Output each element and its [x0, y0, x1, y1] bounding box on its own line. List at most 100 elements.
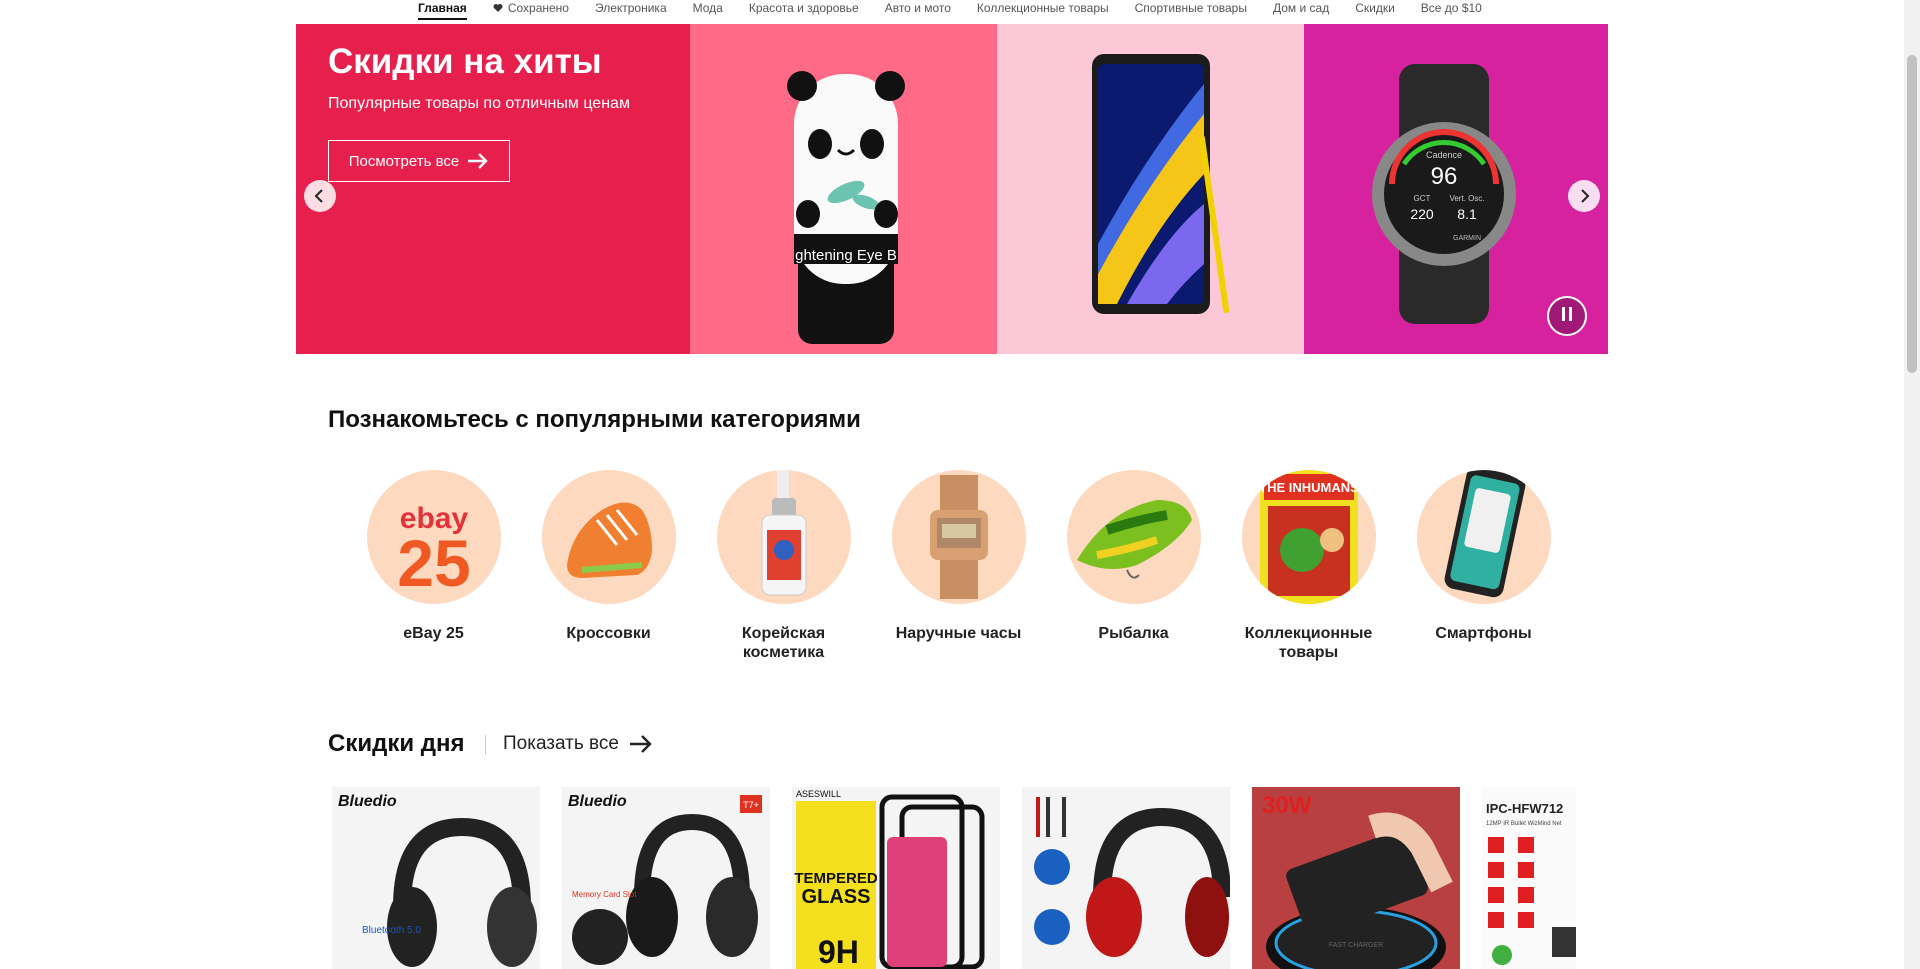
nav-item-fashion[interactable]: Мода [693, 0, 723, 16]
nav-item-label: Дом и сад [1272, 1, 1330, 15]
product-text: 12MP IR Bullet WizMind Net [1486, 821, 1562, 827]
category-wristwatches[interactable]: Наручные часы [871, 470, 1046, 662]
hero-carousel[interactable]: Скидки на хиты Популярные товары по отли… [296, 24, 1608, 354]
hero-product-smartphone[interactable] [997, 24, 1304, 354]
nav-item-under-10[interactable]: Все до $10 [1421, 0, 1482, 16]
deals-divider [485, 735, 486, 755]
hero-subtitle: Популярные товары по отличным ценам [328, 95, 630, 112]
category-label: Коллекционные товары [1244, 625, 1373, 661]
category-nav: Главная Сохранено Электроника Мода Красо… [418, 0, 1482, 24]
nav-item-beauty[interactable]: Красота и здоровье [749, 0, 859, 16]
wristwatch-icon [891, 470, 1026, 604]
nav-item-home[interactable]: Главная [418, 0, 467, 20]
carousel-pause-button[interactable] [1547, 296, 1587, 336]
headphones-image: T7+ Memory Card Slot [572, 795, 762, 965]
deal-product-card[interactable]: 30W FAST CHARGER [1252, 787, 1460, 969]
category-smartphones[interactable]: Смартфоны [1396, 470, 1571, 662]
see-all-button[interactable]: Посмотреть все [328, 140, 510, 182]
product-text: TEMPERED [794, 870, 878, 887]
watch-brand: GARMIN [1453, 235, 1481, 242]
deal-product-card[interactable]: Bluedio Bluetooth 5.0 [332, 787, 540, 969]
category-label: Наручные часы [895, 625, 1022, 642]
category-fishing[interactable]: Рыбалка [1046, 470, 1221, 662]
deal-product-card[interactable]: ASESWILL TEMPERED GLASS 9H [792, 787, 1000, 969]
nav-item-auto[interactable]: Авто и мото [885, 0, 951, 16]
product-badge: T7+ [743, 800, 759, 810]
nav-item-label: Главная [418, 1, 467, 15]
chevron-left-icon [314, 189, 323, 203]
serum-bottle-icon [716, 470, 851, 604]
panda-eye-stick-image: ghtening Eye B [787, 71, 905, 344]
carousel-prev-button[interactable] [304, 180, 336, 212]
category-korean-cosmetics[interactable]: Корейская косметика [696, 470, 871, 662]
product-text: FAST CHARGER [1329, 942, 1383, 949]
smartphone-icon [1416, 470, 1551, 604]
deals-carousel: Bluedio Bluetooth 5.0 Bluedio T7+ Memory… [332, 787, 1576, 969]
category-label: eBay 25 [403, 625, 464, 642]
category-collectibles[interactable]: THE INHUMANS Коллекционные товары [1221, 470, 1396, 662]
category-ebay-25[interactable]: ebay 25 eBay 25 [346, 470, 521, 662]
deal-product-card[interactable]: IPC-HFW712 12MP IR Bullet WizMind Net [1482, 787, 1576, 969]
comic-cover-title: THE INHUMANS [1259, 480, 1359, 495]
nav-item-sports[interactable]: Спортивные товары [1135, 0, 1247, 16]
deals-show-all-label: Показать все [503, 733, 619, 754]
nav-item-label: Скидки [1355, 1, 1395, 15]
scrollbar-thumb[interactable] [1907, 55, 1917, 373]
product-badge: 30W [1262, 792, 1312, 819]
deal-product-card[interactable] [1022, 787, 1230, 969]
pause-icon [1560, 306, 1574, 326]
fishing-lure-icon [1066, 470, 1201, 604]
nav-item-label: Спортивные товары [1134, 1, 1247, 15]
deal-product-card[interactable]: Bluedio T7+ Memory Card Slot [562, 787, 770, 969]
watch-gct-value: 220 [1410, 206, 1434, 222]
headphones-image: Bluetooth 5.0 [362, 817, 537, 967]
wireless-charger-image: 30W FAST CHARGER [1252, 787, 1460, 969]
arrow-right-icon [468, 153, 488, 169]
watch-cadence-value: 96 [1431, 163, 1458, 190]
see-all-label: Посмотреть все [348, 152, 460, 170]
watch-vert-label: Vert. Osc. [1449, 194, 1484, 203]
product-text: 9H [818, 934, 859, 969]
comic-book-icon: THE INHUMANS [1241, 470, 1376, 604]
ebay-25-icon: ebay 25 [366, 470, 501, 604]
nav-item-collectibles[interactable]: Коллекционные товары [977, 0, 1109, 16]
category-label: Корейская косметика [741, 625, 826, 661]
page: Главная Сохранено Электроника Мода Красо… [0, 0, 1904, 969]
nav-item-label: Красота и здоровье [748, 1, 859, 15]
ebay-25-number: 25 [397, 526, 470, 600]
carousel-next-button[interactable] [1568, 180, 1600, 212]
categories-title: Познакомьтесь с популярными категориями [328, 406, 861, 433]
ip-camera-image: IPC-HFW712 12MP IR Bullet WizMind Net [1482, 787, 1576, 969]
nav-item-label: Сохранено [507, 1, 569, 15]
product-brand: ASESWILL [796, 789, 841, 799]
hero-text-panel: Скидки на хиты Популярные товары по отли… [296, 24, 690, 354]
sneaker-icon [541, 470, 676, 604]
chevron-right-icon [1581, 189, 1590, 203]
nav-item-label: Все до $10 [1420, 1, 1482, 15]
watch-vert-value: 8.1 [1457, 206, 1477, 222]
product-tag: Memory Card Slot [572, 890, 637, 899]
nav-item-label: Электроника [594, 1, 667, 15]
category-label: Рыбалка [1098, 625, 1169, 642]
nav-item-electronics[interactable]: Электроника [595, 0, 667, 16]
nav-item-deals[interactable]: Скидки [1355, 0, 1395, 16]
vertical-scrollbar[interactable] [1904, 0, 1920, 969]
category-list: ebay 25 eBay 25 Кроссовки Корейская косм… [346, 470, 1571, 662]
product-badge: Bluetooth 5.0 [362, 925, 421, 936]
deals-show-all-link[interactable]: Показать все [503, 733, 653, 755]
category-label: Смартфоны [1435, 625, 1532, 642]
watch-gct-label: GCT [1414, 194, 1431, 203]
hero-product-panda-stick[interactable]: ghtening Eye B [690, 24, 997, 354]
category-sneakers[interactable]: Кроссовки [521, 470, 696, 662]
watch-cadence-label: Cadence [1426, 150, 1462, 160]
smartphone-image [1092, 54, 1230, 314]
nav-item-label: Коллекционные товары [976, 1, 1109, 15]
heart-icon [493, 4, 503, 12]
product-brand: IPC-HFW712 [1486, 801, 1563, 816]
nav-item-home-garden[interactable]: Дом и сад [1273, 0, 1329, 16]
product-text: GLASS [802, 886, 871, 908]
nav-item-saved[interactable]: Сохранено [493, 0, 569, 16]
panda-stick-text: ghtening Eye B [795, 247, 897, 264]
nav-item-label: Авто и мото [884, 1, 951, 15]
category-label: Кроссовки [566, 625, 651, 642]
